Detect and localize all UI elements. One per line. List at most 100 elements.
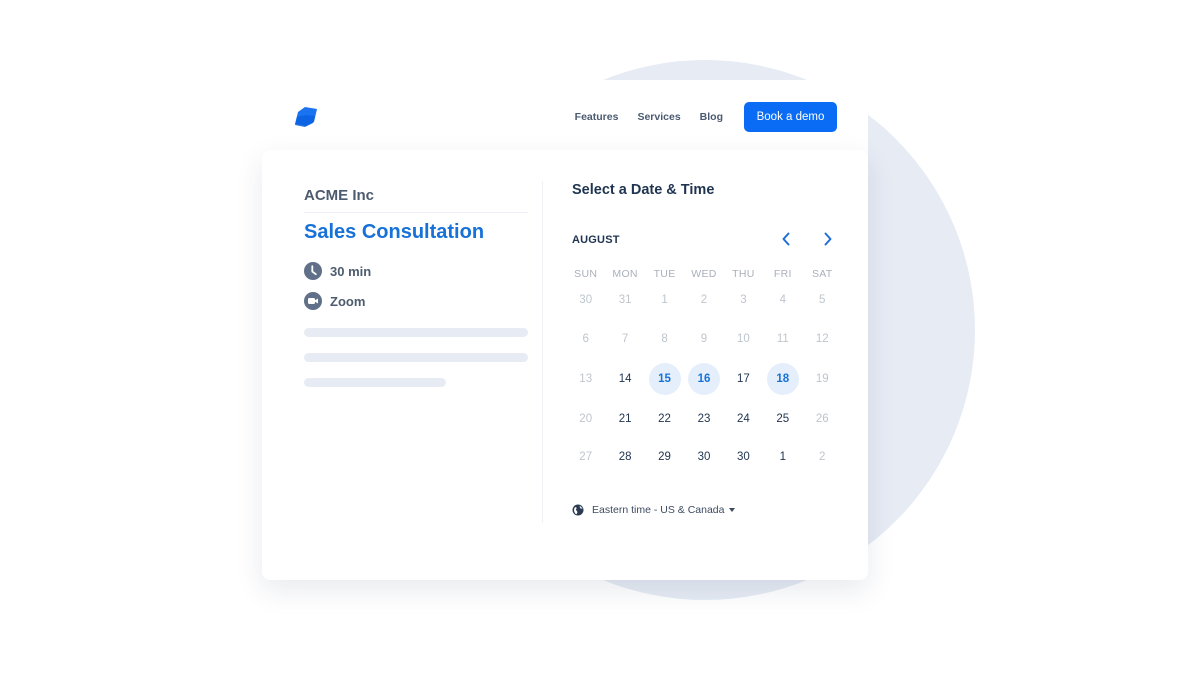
calendar-day-unavailable: 31 [605, 284, 644, 316]
globe-icon [572, 504, 584, 516]
day-number: 7 [621, 333, 629, 345]
chevron-right-icon [824, 232, 832, 246]
day-number: 8 [661, 333, 668, 345]
calendar-day-unavailable: 2 [684, 284, 723, 316]
weekday-label: SAT [811, 268, 833, 280]
nav-link-services[interactable]: Services [637, 111, 680, 123]
description-placeholder-line [304, 353, 528, 362]
calendar-day[interactable]: 28 [605, 441, 644, 473]
panel-divider [542, 181, 543, 523]
calendar-day-unavailable: 26 [803, 403, 842, 435]
day-number: 16 [687, 363, 720, 395]
scheduler-title: Select a Date & Time [572, 182, 715, 198]
calendar-day-available[interactable]: 15 [645, 363, 684, 395]
company-name: ACME Inc [304, 180, 528, 213]
description-placeholder-line [304, 378, 446, 387]
day-number: 22 [658, 413, 671, 425]
nav-link-blog[interactable]: Blog [700, 111, 723, 123]
day-number: 27 [579, 451, 593, 463]
calendar-day-unavailable: 27 [566, 441, 605, 473]
duration-label: 30 min [330, 263, 372, 279]
calendar-day[interactable]: 25 [763, 403, 802, 435]
day-number: 31 [618, 294, 632, 306]
calendar-week-row: 6 7 8 9 10 11 12 [566, 323, 842, 355]
day-number: 17 [736, 373, 750, 385]
calendar-day-unavailable: 9 [684, 323, 723, 355]
calendar-day-unavailable: 13 [566, 363, 605, 395]
timezone-label: Eastern time - US & Canada [592, 504, 725, 516]
day-number: 30 [697, 451, 711, 463]
calendar-day-unavailable: 30 [566, 284, 605, 316]
calendar-week-row: 27 28 29 30 30 1 2 [566, 441, 842, 473]
calendar-day-unavailable: 2 [803, 441, 842, 473]
calendar-day-unavailable: 1 [645, 284, 684, 316]
calendar-day[interactable]: 17 [724, 363, 763, 395]
day-number: 30 [579, 294, 593, 306]
weekday-header: SUN MON TUE WED THU FRI SAT [566, 268, 842, 280]
calendar-day[interactable]: 29 [645, 441, 684, 473]
event-title: Sales Consultation [304, 221, 485, 243]
day-number: 6 [582, 333, 589, 345]
book-demo-button[interactable]: Book a demo [744, 102, 837, 132]
calendar-day-unavailable: 8 [645, 323, 684, 355]
day-number: 25 [776, 413, 790, 425]
calendar-day[interactable]: 30 [724, 441, 763, 473]
calendar-day-unavailable: 12 [803, 323, 842, 355]
calendar-day-available[interactable]: 16 [684, 363, 723, 395]
weekday-label: TUE [653, 268, 676, 280]
weekday-label: THU [732, 268, 755, 280]
day-number: 5 [819, 294, 826, 306]
calendar-day[interactable]: 22 [645, 403, 684, 435]
day-number: 26 [815, 413, 829, 425]
day-number: 10 [736, 333, 750, 345]
calendar-day-unavailable: 3 [724, 284, 763, 316]
nav-link-features[interactable]: Features [575, 111, 619, 123]
calendar-day[interactable]: 24 [724, 403, 763, 435]
day-number: 1 [779, 451, 787, 463]
day-number: 29 [658, 451, 671, 463]
calendar-day[interactable]: 1 [763, 441, 802, 473]
video-camera-icon [304, 292, 322, 310]
day-number: 23 [697, 413, 711, 425]
day-number: 13 [579, 373, 593, 385]
day-number: 3 [740, 294, 747, 306]
calendar-day-unavailable: 6 [566, 323, 605, 355]
calendar-week-row: 30 31 1 2 3 4 5 [566, 284, 842, 316]
calendar-day[interactable]: 23 [684, 403, 723, 435]
calendar-day[interactable]: 21 [605, 403, 644, 435]
day-number: 18 [766, 363, 799, 395]
top-nav: Features Services Blog Book a demo [575, 102, 837, 132]
calendar-day[interactable]: 30 [684, 441, 723, 473]
calendar-day-unavailable: 11 [763, 323, 802, 355]
weekday-label: MON [612, 268, 638, 280]
day-number: 11 [776, 333, 789, 345]
next-month-button[interactable] [818, 229, 838, 249]
calendar-day-unavailable: 7 [605, 323, 644, 355]
day-number: 1 [661, 294, 668, 306]
day-number: 20 [579, 413, 593, 425]
location-label: Zoom [330, 293, 366, 309]
calendar-month: AUGUST [572, 234, 620, 246]
weekday-label: WED [691, 268, 717, 280]
day-number: 15 [648, 363, 681, 395]
caret-down-icon [729, 508, 736, 512]
calendar-day[interactable]: 14 [605, 363, 644, 395]
day-number: 24 [736, 413, 750, 425]
timezone-selector[interactable]: Eastern time - US & Canada [572, 504, 736, 516]
day-number: 2 [819, 451, 826, 463]
day-number: 21 [618, 413, 632, 425]
day-number: 14 [618, 373, 632, 385]
calendar-week-row: 13 14 15 16 17 18 19 [566, 363, 842, 395]
calendar-day-unavailable: 5 [803, 284, 842, 316]
previous-month-button[interactable] [776, 229, 796, 249]
day-number: 2 [700, 294, 708, 306]
description-placeholder-line [304, 328, 528, 337]
day-number: 4 [779, 294, 787, 306]
calendar-day-unavailable: 19 [803, 363, 842, 395]
calendar-day-available[interactable]: 18 [763, 363, 802, 395]
clock-icon [304, 262, 322, 280]
event-location: Zoom [304, 292, 528, 310]
day-number: 19 [815, 373, 829, 385]
brand-logo-icon[interactable] [293, 104, 319, 130]
calendar-day-unavailable: 20 [566, 403, 605, 435]
